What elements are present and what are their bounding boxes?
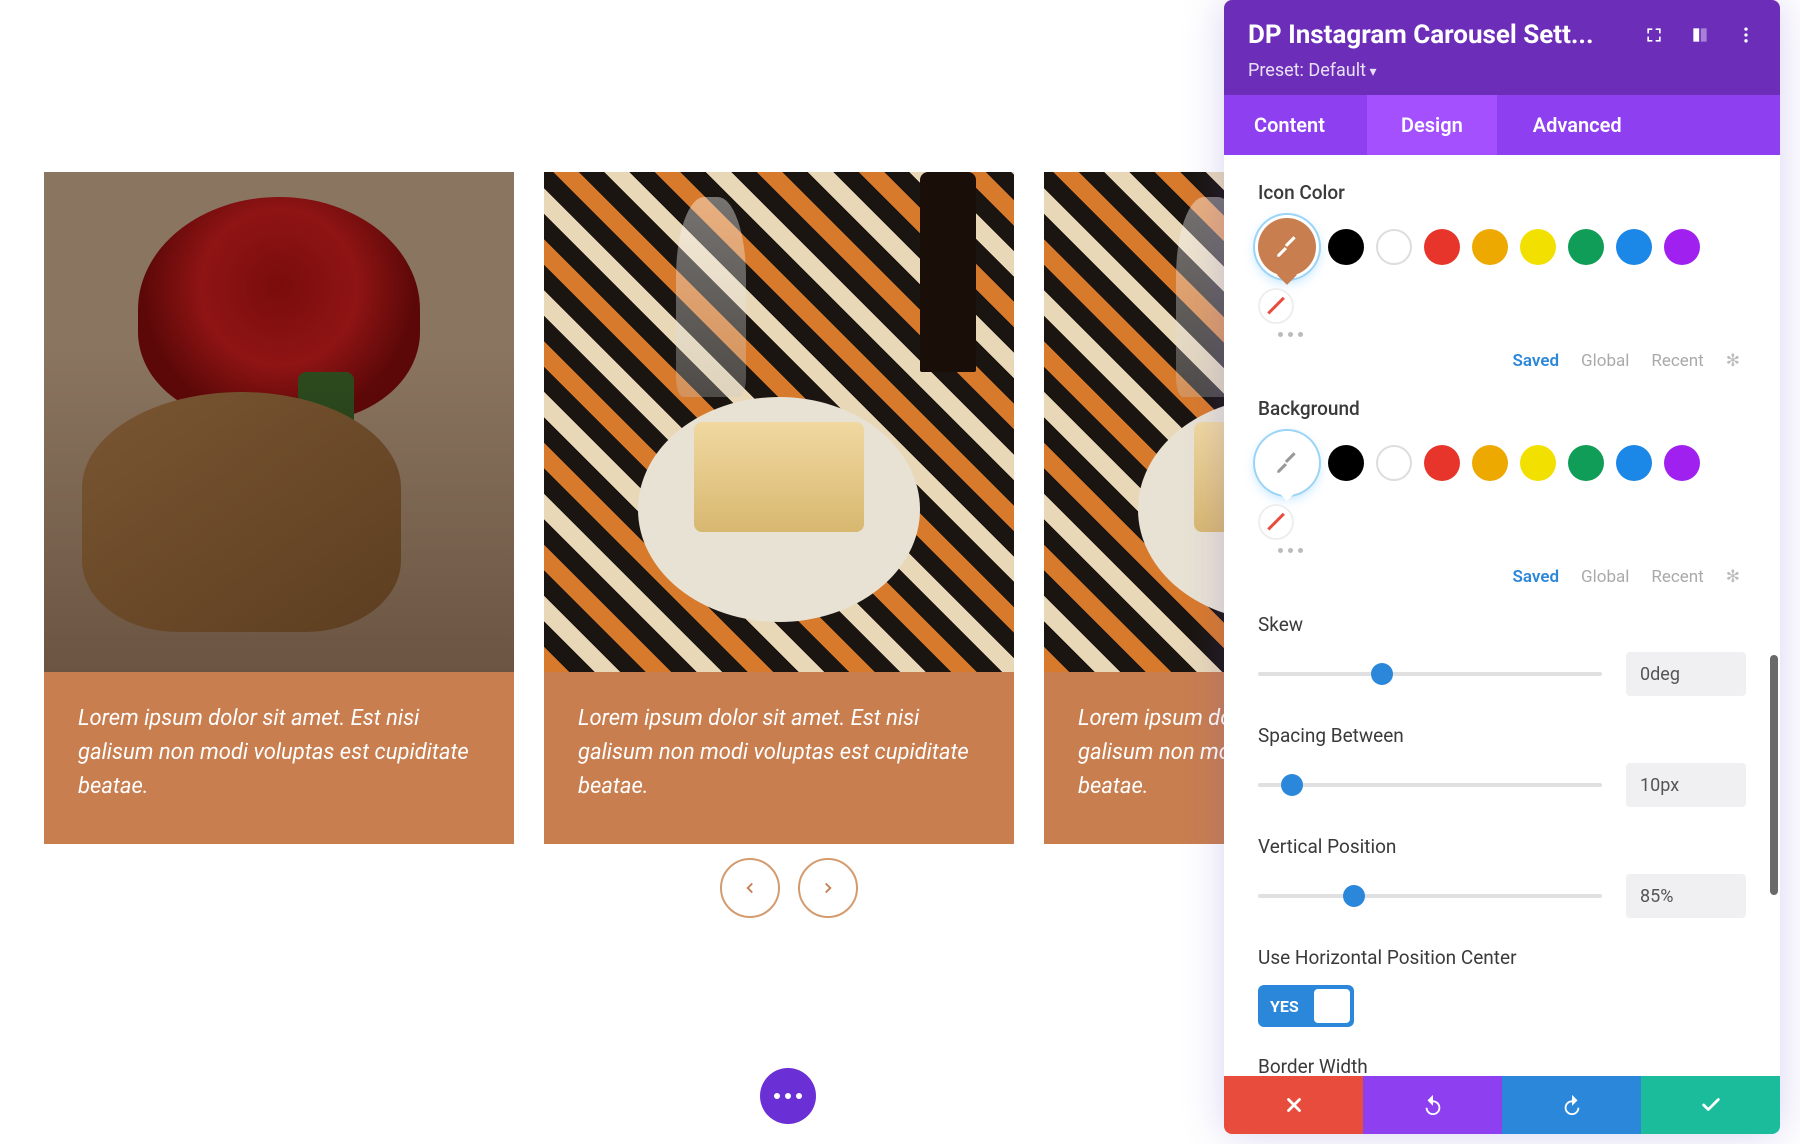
card-caption: Lorem ipsum dolor sit amet. Est nisi gal… (1044, 672, 1244, 844)
color-swatch[interactable] (1424, 445, 1460, 481)
spacing-label: Spacing Between (1258, 724, 1746, 747)
check-icon (1700, 1094, 1722, 1116)
slider-thumb[interactable] (1371, 663, 1393, 685)
skew-value[interactable]: 0deg (1626, 652, 1746, 696)
toggle-knob (1314, 989, 1350, 1023)
carousel-next-button[interactable] (798, 858, 858, 918)
carousel-card[interactable]: Lorem ipsum dolor sit amet. Est nisi gal… (1044, 172, 1244, 844)
more-colors-icon[interactable] (1278, 332, 1746, 337)
color-swatch[interactable] (1568, 445, 1604, 481)
undo-icon (1422, 1094, 1444, 1116)
module-settings-panel: DP Instagram Carousel Sett... Preset: De… (1224, 0, 1780, 1134)
preset-selector[interactable]: Preset: Default (1248, 60, 1756, 81)
vertical-position-value[interactable]: 85% (1626, 874, 1746, 918)
more-colors-icon[interactable] (1278, 548, 1746, 553)
background-label: Background (1258, 397, 1746, 420)
skew-label: Skew (1258, 613, 1746, 636)
tab-design[interactable]: Design (1367, 95, 1497, 155)
color-swatch[interactable] (1664, 445, 1700, 481)
kebab-menu-icon[interactable] (1736, 25, 1756, 45)
palette-tab-global[interactable]: Global (1581, 567, 1629, 587)
spacing-value[interactable]: 10px (1626, 763, 1746, 807)
instagram-carousel: Lorem ipsum dolor sit amet. Est nisi gal… (44, 172, 1244, 844)
redo-icon (1561, 1094, 1583, 1116)
panel-title: DP Instagram Carousel Sett... (1248, 20, 1594, 50)
chevron-right-icon (819, 879, 837, 897)
card-image (44, 172, 514, 672)
palette-tab-recent[interactable]: Recent (1651, 567, 1703, 587)
horizontal-center-toggle[interactable]: YES (1258, 985, 1354, 1027)
color-picker-current[interactable] (1258, 434, 1316, 492)
palette-settings-icon[interactable]: ✻ (1726, 567, 1740, 587)
eyedropper-icon (1274, 450, 1300, 476)
slider-thumb[interactable] (1343, 885, 1365, 907)
carousel-prev-button[interactable] (720, 858, 780, 918)
tab-advanced[interactable]: Advanced (1497, 95, 1656, 155)
palette-tab-saved[interactable]: Saved (1513, 567, 1560, 587)
cancel-button[interactable] (1224, 1076, 1363, 1134)
color-swatch[interactable] (1376, 445, 1412, 481)
palette-tab-recent[interactable]: Recent (1651, 351, 1703, 371)
panel-header: DP Instagram Carousel Sett... Preset: De… (1224, 0, 1780, 95)
carousel-card[interactable]: Lorem ipsum dolor sit amet. Est nisi gal… (544, 172, 1014, 844)
color-swatch-none[interactable] (1258, 504, 1294, 540)
color-swatch[interactable] (1568, 229, 1604, 265)
palette-tab-saved[interactable]: Saved (1513, 351, 1560, 371)
card-image (1044, 172, 1244, 672)
chevron-left-icon (741, 879, 759, 897)
card-caption: Lorem ipsum dolor sit amet. Est nisi gal… (544, 672, 1014, 844)
spacing-slider[interactable] (1258, 783, 1602, 787)
expand-icon[interactable] (1644, 25, 1664, 45)
color-swatch[interactable] (1472, 445, 1508, 481)
card-image (544, 172, 1014, 672)
color-picker-current[interactable] (1258, 218, 1316, 276)
palette-settings-icon[interactable]: ✻ (1726, 351, 1740, 371)
vertical-position-slider[interactable] (1258, 894, 1602, 898)
color-swatch[interactable] (1520, 445, 1556, 481)
panel-body[interactable]: Icon Color Saved Global Recent ✻ Backgro… (1224, 155, 1780, 1076)
color-swatch[interactable] (1424, 229, 1460, 265)
color-swatch[interactable] (1616, 445, 1652, 481)
dots-icon (774, 1093, 802, 1099)
color-swatch-none[interactable] (1258, 288, 1294, 324)
save-button[interactable] (1641, 1076, 1780, 1134)
color-swatch[interactable] (1616, 229, 1652, 265)
card-caption: Lorem ipsum dolor sit amet. Est nisi gal… (44, 672, 514, 844)
eyedropper-icon (1274, 234, 1300, 260)
border-width-label: Border Width (1258, 1055, 1746, 1076)
palette-tab-global[interactable]: Global (1581, 351, 1629, 371)
tab-content[interactable]: Content (1224, 95, 1367, 155)
toggle-label: YES (1262, 997, 1299, 1016)
color-swatch[interactable] (1520, 229, 1556, 265)
color-swatch[interactable] (1664, 229, 1700, 265)
redo-button[interactable] (1502, 1076, 1641, 1134)
close-icon (1283, 1094, 1305, 1116)
skew-slider[interactable] (1258, 672, 1602, 676)
page-actions-fab[interactable] (760, 1068, 816, 1124)
color-swatch[interactable] (1328, 229, 1364, 265)
settings-tabs: Content Design Advanced (1224, 95, 1780, 155)
slider-thumb[interactable] (1281, 774, 1303, 796)
icon-color-label: Icon Color (1258, 181, 1746, 204)
color-swatch[interactable] (1376, 229, 1412, 265)
color-swatch[interactable] (1472, 229, 1508, 265)
horizontal-center-label: Use Horizontal Position Center (1258, 946, 1746, 969)
snap-icon[interactable] (1690, 25, 1710, 45)
undo-button[interactable] (1363, 1076, 1502, 1134)
color-swatch[interactable] (1328, 445, 1364, 481)
scrollbar-thumb[interactable] (1770, 655, 1778, 895)
vertical-position-label: Vertical Position (1258, 835, 1746, 858)
panel-footer (1224, 1076, 1780, 1134)
carousel-card[interactable]: Lorem ipsum dolor sit amet. Est nisi gal… (44, 172, 514, 844)
